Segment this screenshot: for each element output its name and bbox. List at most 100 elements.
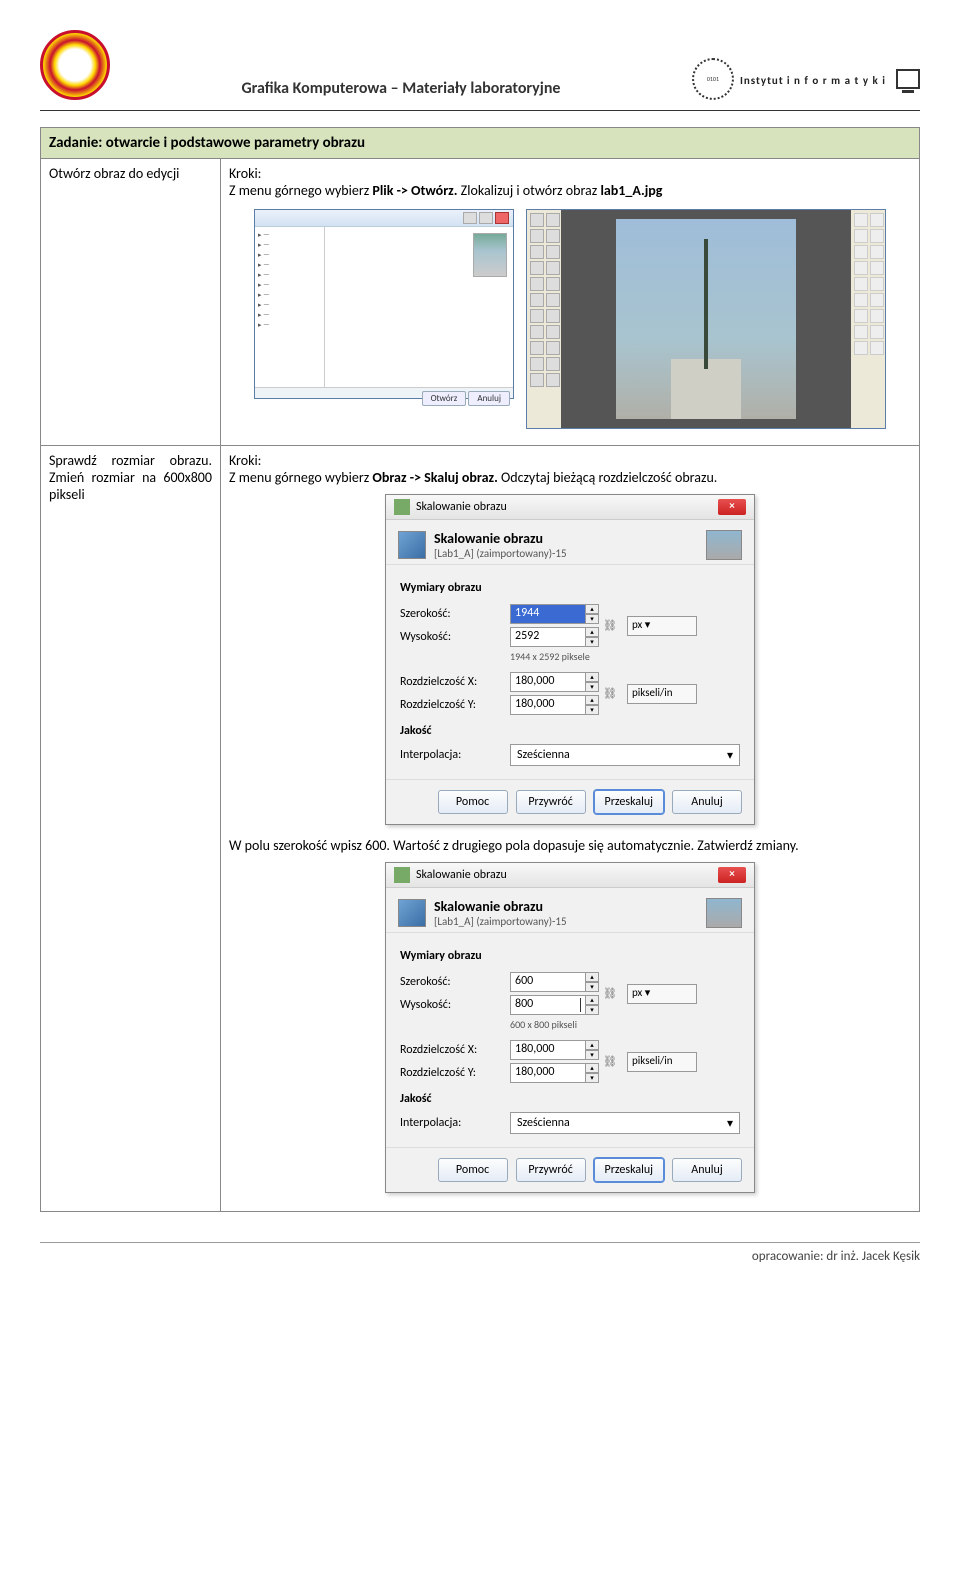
height-label: Wysokość: <box>400 630 510 644</box>
file-thumbnail <box>473 233 507 277</box>
interp-combo[interactable]: Sześcienna ▾ <box>510 744 740 766</box>
down-icon[interactable]: ▾ <box>585 1050 599 1060</box>
institute-logo: 0101 Instytut i n f o r m a t y k i <box>692 58 920 100</box>
unit-px[interactable]: px ▾ <box>627 616 697 636</box>
step2-bold-a: Obraz -> Skaluj obraz. <box>372 469 497 486</box>
width-label: Szerokość: <box>400 607 510 621</box>
down-icon[interactable]: ▾ <box>585 705 599 715</box>
dialog-titlebar: Skalowanie obrazu × <box>386 495 754 520</box>
up-icon[interactable]: ▴ <box>585 695 599 705</box>
up-icon[interactable]: ▴ <box>585 1040 599 1050</box>
up-icon[interactable]: ▴ <box>585 1063 599 1073</box>
link-chain-icon[interactable]: ⛓ <box>603 973 617 1015</box>
dims-readout: 600 x 800 pikseli <box>510 1018 740 1031</box>
dialog-thumbnail <box>706 898 742 928</box>
university-logo <box>40 30 110 100</box>
height-input[interactable]: 800 <box>510 995 586 1015</box>
cancel-button[interactable]: Anuluj <box>672 1158 742 1182</box>
down-icon[interactable]: ▾ <box>585 682 599 692</box>
dialog-thumbnail <box>706 530 742 560</box>
footer: opracowanie: dr inż. Jacek Kęsik <box>40 1242 920 1264</box>
step2-label: Sprawdź rozmiar obrazu. Zmień rozmiar na… <box>41 446 221 1212</box>
file-cancel-button[interactable]: Anuluj <box>468 391 510 406</box>
close-icon[interactable] <box>495 212 509 224</box>
scale-dialog-2: Skalowanie obrazu × Skalowanie obrazu [L… <box>385 862 755 1193</box>
task-table: Zadanie: otwarcie i podstawowe parametry… <box>40 127 920 1212</box>
step1-content: Kroki: Z menu górnego wybierz Plik -> Ot… <box>221 159 920 446</box>
step2-text-c: W polu szerokość wpisz 600. Wartość z dr… <box>229 837 911 854</box>
dialog-titlebar: Skalowanie obrazu × <box>386 863 754 888</box>
section-dimensions: Wymiary obrazu <box>400 949 740 963</box>
file-dialog-titlebar <box>255 210 513 227</box>
resy-label: Rozdzielczość Y: <box>400 698 510 712</box>
dialog-subheading: [Lab1_A] (zaimportowany)-15 <box>434 915 567 928</box>
minimize-icon[interactable] <box>463 212 477 224</box>
right-dock[interactable] <box>851 210 885 428</box>
help-button[interactable]: Pomoc <box>438 1158 508 1182</box>
canvas[interactable] <box>561 210 851 428</box>
resy-input[interactable]: 180,000 <box>510 695 586 715</box>
interp-value: Sześcienna <box>517 748 570 762</box>
interp-value: Sześcienna <box>517 1116 570 1130</box>
brand-sub: i n f o r m a t y k i <box>787 74 886 87</box>
down-icon[interactable]: ▾ <box>585 1005 599 1015</box>
reset-button[interactable]: Przywróć <box>516 790 586 814</box>
close-icon[interactable]: × <box>718 499 746 515</box>
file-open-button[interactable]: Otwórz <box>422 391 467 406</box>
down-icon[interactable]: ▾ <box>585 982 599 992</box>
step1-text-a: Z menu górnego wybierz <box>229 182 372 199</box>
cancel-button[interactable]: Anuluj <box>672 790 742 814</box>
resy-input[interactable]: 180,000 <box>510 1063 586 1083</box>
step1-bold-a: Plik -> Otwórz. <box>372 182 457 199</box>
section-quality: Jakość <box>400 1092 740 1106</box>
file-dialog-filelist[interactable] <box>325 227 513 387</box>
dialog-subheading: [Lab1_A] (zaimportowany)-15 <box>434 547 567 560</box>
width-input[interactable]: 600 <box>510 972 586 992</box>
help-button[interactable]: Pomoc <box>438 790 508 814</box>
height-label: Wysokość: <box>400 998 510 1012</box>
scale-button[interactable]: Przeskaluj <box>594 1158 664 1182</box>
step1-kroki: Kroki: <box>229 165 261 182</box>
unit-px[interactable]: px ▾ <box>627 984 697 1004</box>
step1-label: Otwórz obraz do edycji <box>41 159 221 446</box>
down-icon[interactable]: ▾ <box>585 637 599 647</box>
up-icon[interactable]: ▴ <box>585 604 599 614</box>
down-icon[interactable]: ▾ <box>585 614 599 624</box>
toolbox[interactable] <box>527 210 561 428</box>
dialog-title: Skalowanie obrazu <box>416 868 507 882</box>
width-input[interactable]: 1944 <box>510 604 586 624</box>
dialog-title: Skalowanie obrazu <box>416 500 507 514</box>
up-icon[interactable]: ▴ <box>585 627 599 637</box>
chevron-down-icon: ▾ <box>727 1116 733 1131</box>
reset-button[interactable]: Przywróć <box>516 1158 586 1182</box>
interp-label: Interpolacja: <box>400 1116 510 1130</box>
scale-icon <box>398 531 426 559</box>
scale-button[interactable]: Przeskaluj <box>594 790 664 814</box>
down-icon[interactable]: ▾ <box>585 1073 599 1083</box>
maximize-icon[interactable] <box>479 212 493 224</box>
step1-bold-b: lab1_A.jpg <box>600 182 662 199</box>
up-icon[interactable]: ▴ <box>585 972 599 982</box>
up-icon[interactable]: ▴ <box>585 672 599 682</box>
link-chain-icon[interactable]: ⛓ <box>603 673 617 715</box>
up-icon[interactable]: ▴ <box>585 995 599 1005</box>
scale-icon <box>398 899 426 927</box>
step2-text-b: Odczytaj bieżącą rozdzielczość obrazu. <box>501 469 717 486</box>
height-input[interactable]: 2592 <box>510 627 586 647</box>
gimp-icon <box>394 499 410 515</box>
interp-combo[interactable]: Sześcienna ▾ <box>510 1112 740 1134</box>
task-title: Zadanie: otwarcie i podstawowe parametry… <box>41 128 920 159</box>
unit-ppi[interactable]: pikseli/in <box>627 1052 697 1072</box>
link-chain-icon[interactable]: ⛓ <box>603 605 617 647</box>
resx-label: Rozdzielczość X: <box>400 675 510 689</box>
resx-input[interactable]: 180,000 <box>510 672 586 692</box>
dialog-heading: Skalowanie obrazu <box>434 530 567 547</box>
unit-ppi[interactable]: pikseli/in <box>627 684 697 704</box>
link-chain-icon[interactable]: ⛓ <box>603 1041 617 1083</box>
width-label: Szerokość: <box>400 975 510 989</box>
brand-name: Instytut <box>740 74 784 87</box>
close-icon[interactable]: × <box>718 867 746 883</box>
step2-content: Kroki: Z menu górnego wybierz Obraz -> S… <box>221 446 920 1212</box>
section-dimensions: Wymiary obrazu <box>400 581 740 595</box>
resx-input[interactable]: 180,000 <box>510 1040 586 1060</box>
